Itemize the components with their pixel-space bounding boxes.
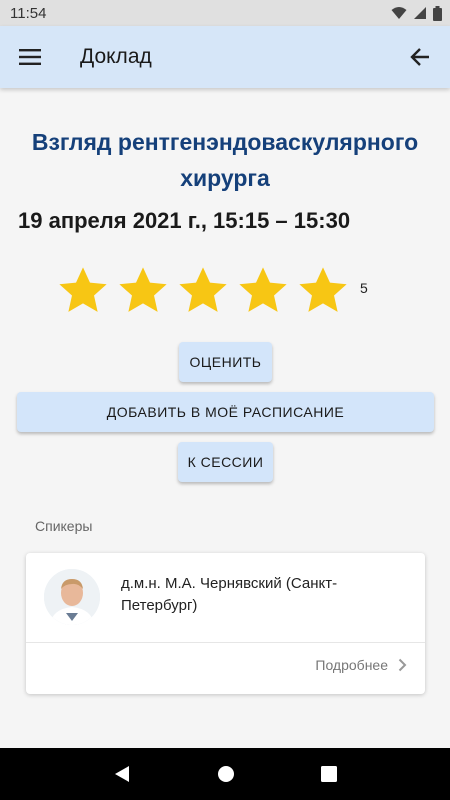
system-nav-bar — [0, 748, 450, 800]
avatar — [44, 569, 100, 625]
nav-recents-icon[interactable] — [321, 766, 337, 782]
nav-home-icon[interactable] — [217, 765, 235, 783]
speaker-photo-icon — [44, 569, 100, 625]
page-title: Доклад — [80, 45, 152, 68]
status-icons — [391, 5, 442, 21]
back-button[interactable] — [390, 26, 450, 88]
app-bar: Доклад — [0, 26, 450, 88]
speaker-card[interactable]: д.м.н. М.А. Чернявский (Санкт-Петербург)… — [26, 553, 425, 694]
speaker-details-link[interactable]: Подробнее — [315, 657, 407, 673]
status-bar: 11:54 — [0, 0, 450, 26]
talk-title: Взгляд рентгенэндоваскулярного хирурга — [31, 129, 419, 191]
talk-datetime: 19 апреля 2021 г., 15:15 – 15:30 — [18, 208, 351, 233]
battery-icon — [433, 5, 442, 21]
wifi-icon — [391, 7, 407, 19]
rating-value: 5 — [360, 280, 368, 296]
menu-button[interactable] — [0, 26, 60, 88]
nav-back-icon[interactable] — [113, 765, 131, 783]
card-divider — [26, 642, 425, 643]
to-session-button[interactable]: К СЕССИИ — [178, 442, 273, 482]
star-icon[interactable] — [56, 264, 110, 318]
speakers-heading: Спикеры — [35, 518, 93, 534]
details-label: Подробнее — [315, 657, 388, 673]
star-icon[interactable] — [236, 264, 290, 318]
rating-stars[interactable]: 5 — [56, 264, 368, 318]
star-icon[interactable] — [116, 264, 170, 318]
add-to-schedule-button[interactable]: ДОБАВИТЬ В МОЁ РАСПИСАНИЕ — [17, 392, 434, 432]
arrow-back-icon — [410, 48, 429, 66]
star-icon[interactable] — [296, 264, 350, 318]
speaker-name: д.м.н. М.А. Чернявский (Санкт-Петербург) — [121, 575, 338, 614]
rate-button[interactable]: ОЦЕНИТЬ — [179, 342, 272, 382]
main-content: Взгляд рентгенэндоваскулярного хирурга 1… — [0, 88, 450, 748]
hamburger-menu-icon — [19, 49, 41, 65]
chevron-right-icon — [398, 658, 407, 672]
star-icon[interactable] — [176, 264, 230, 318]
signal-icon — [414, 7, 426, 19]
status-time: 11:54 — [10, 4, 47, 22]
